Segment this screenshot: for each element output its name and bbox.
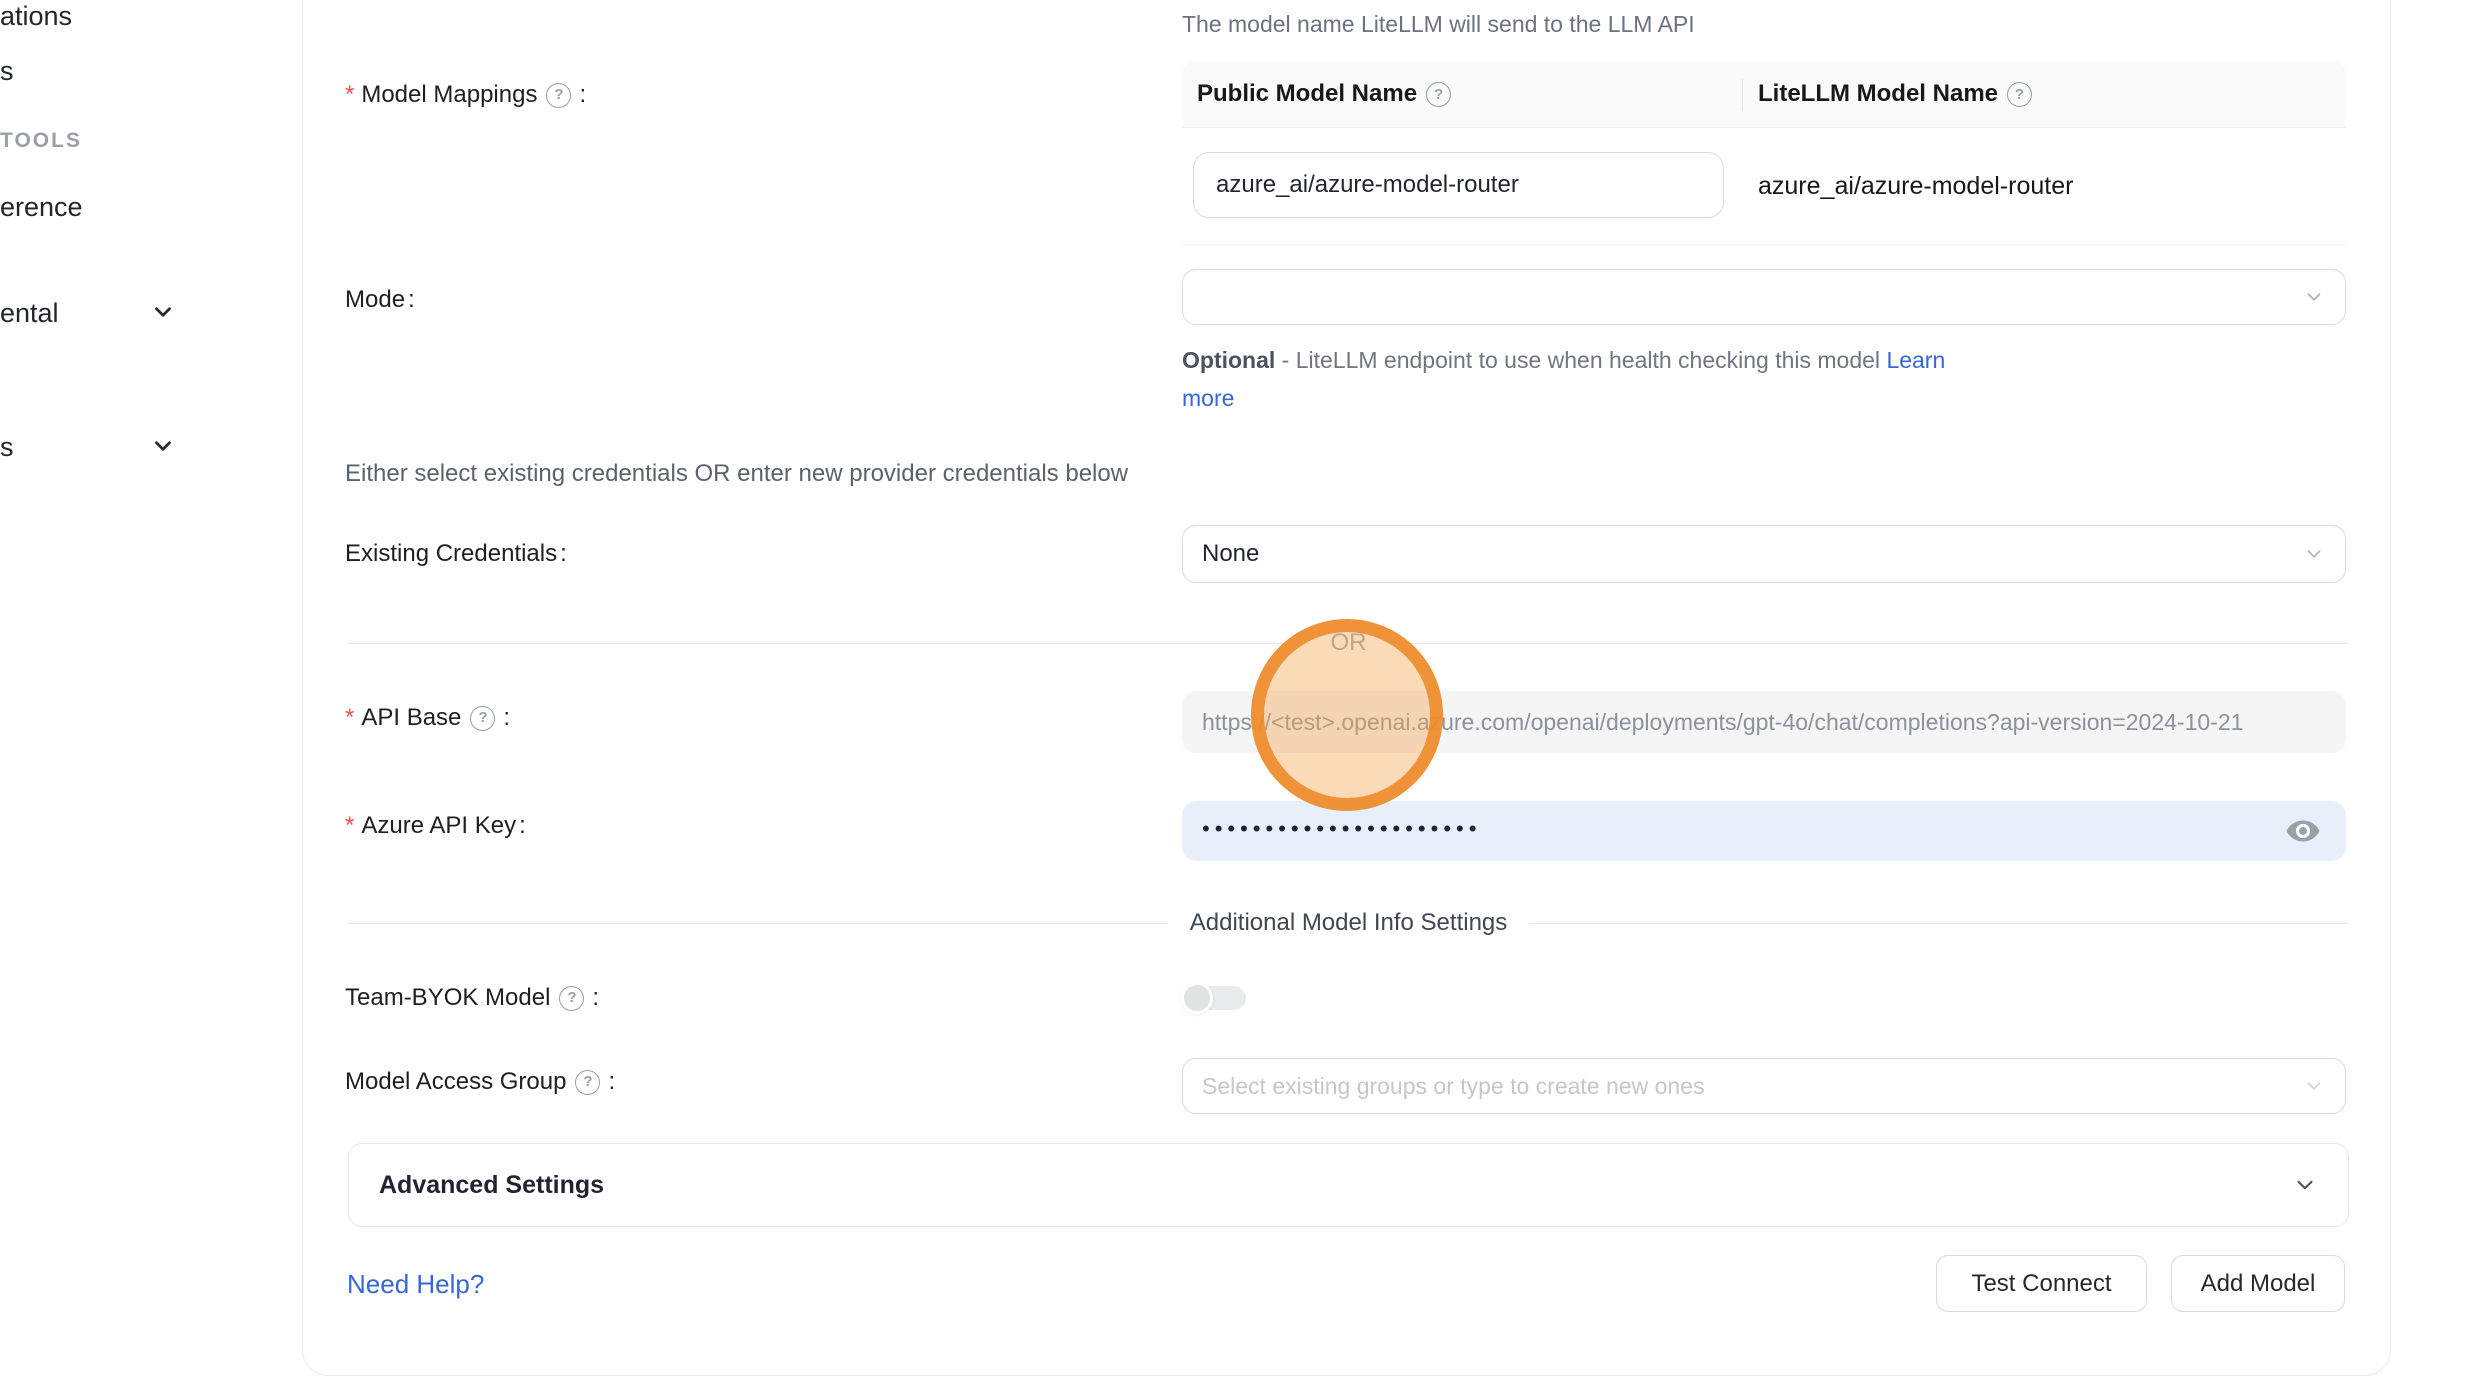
required-asterisk: * bbox=[345, 702, 354, 734]
chevron-down-icon bbox=[150, 433, 176, 459]
sidebar-item-truncated-3[interactable]: erence bbox=[0, 192, 83, 223]
existing-credentials-value: None bbox=[1202, 540, 1259, 568]
help-icon[interactable]: ? bbox=[546, 83, 571, 108]
model-mapping-table-header: Public Model Name ? LiteLLM Model Name ? bbox=[1182, 61, 2346, 128]
model-mappings-label: * Model Mappings ? : bbox=[345, 79, 586, 111]
sidebar-item-label: ations bbox=[0, 1, 72, 31]
chevron-down-icon bbox=[2303, 1075, 2325, 1097]
need-help-link[interactable]: Need Help? bbox=[347, 1269, 484, 1300]
divider-line bbox=[348, 923, 1168, 924]
help-icon[interactable]: ? bbox=[2007, 82, 2032, 107]
sidebar-item-truncated-4[interactable]: ental bbox=[0, 298, 59, 329]
help-icon[interactable]: ? bbox=[559, 986, 584, 1011]
additional-info-divider-label: Additional Model Info Settings bbox=[1168, 909, 1530, 937]
api-base-label: * API Base ? : bbox=[345, 702, 510, 734]
mode-help-line2: more bbox=[1182, 385, 1234, 412]
additional-info-divider: Additional Model Info Settings bbox=[348, 903, 2349, 943]
divider-line bbox=[1529, 923, 2349, 924]
sidebar-item-truncated-2[interactable]: s bbox=[0, 56, 14, 87]
eye-icon[interactable] bbox=[2286, 819, 2320, 843]
azure-api-key-input[interactable]: •••••••••••••••••••••• bbox=[1182, 801, 2346, 861]
add-model-form-panel: The model name LiteLLM will send to the … bbox=[302, 0, 2391, 1376]
mode-label: Mode : bbox=[345, 284, 415, 316]
divider-line bbox=[1389, 643, 2350, 644]
litellm-model-name-value: azure_ai/azure-model-router bbox=[1758, 128, 2073, 245]
sidebar-item-label: ental bbox=[0, 298, 59, 328]
existing-credentials-select[interactable]: None bbox=[1182, 525, 2346, 583]
existing-credentials-label: Existing Credentials : bbox=[345, 538, 567, 570]
api-base-input[interactable]: https://<test>.openai.azure.com/openai/d… bbox=[1182, 691, 2346, 753]
learn-more-link[interactable]: more bbox=[1182, 385, 1234, 411]
sidebar-section-label: TOOLS bbox=[0, 129, 82, 152]
advanced-settings-title: Advanced Settings bbox=[379, 1171, 2292, 1200]
test-connect-button[interactable]: Test Connect bbox=[1936, 1255, 2147, 1312]
chevron-down-icon bbox=[150, 299, 176, 325]
column-header-public-model-name: Public Model Name ? bbox=[1182, 61, 1743, 127]
chevron-down-icon bbox=[2303, 543, 2325, 565]
chevron-down-icon bbox=[2303, 286, 2325, 308]
learn-more-link[interactable]: Learn bbox=[1886, 347, 1945, 373]
model-access-group-label: Model Access Group ? : bbox=[345, 1066, 615, 1098]
sidebar-item-label: s bbox=[0, 56, 14, 86]
or-divider-label: OR bbox=[1309, 629, 1389, 657]
column-header-litellm-model-name: LiteLLM Model Name ? bbox=[1743, 61, 2037, 127]
help-icon[interactable]: ? bbox=[470, 706, 495, 731]
mode-select[interactable] bbox=[1182, 269, 2346, 325]
toggle-knob bbox=[1181, 982, 1213, 1014]
required-asterisk: * bbox=[345, 79, 354, 111]
sidebar: ations s TOOLS erence ental s bbox=[0, 0, 302, 1385]
model-access-group-select[interactable]: Select existing groups or type to create… bbox=[1182, 1058, 2346, 1114]
api-base-value: https://<test>.openai.azure.com/openai/d… bbox=[1202, 709, 2243, 736]
sidebar-item-label: erence bbox=[0, 192, 83, 222]
or-divider: OR bbox=[348, 623, 2349, 663]
model-mapping-table: Public Model Name ? LiteLLM Model Name ?… bbox=[1182, 61, 2346, 245]
masked-api-key: •••••••••••••••••••••• bbox=[1202, 818, 1481, 840]
team-byok-label: Team-BYOK Model ? : bbox=[345, 982, 599, 1014]
public-model-name-input[interactable] bbox=[1193, 152, 1724, 218]
mode-help-line1: Optional - LiteLLM endpoint to use when … bbox=[1182, 347, 1945, 374]
model-name-help-text: The model name LiteLLM will send to the … bbox=[1182, 11, 1695, 38]
add-model-button[interactable]: Add Model bbox=[2171, 1255, 2345, 1312]
help-icon[interactable]: ? bbox=[575, 1070, 600, 1095]
model-mapping-table-row: azure_ai/azure-model-router bbox=[1182, 128, 2346, 245]
chevron-down-icon bbox=[2292, 1172, 2318, 1198]
model-access-group-placeholder: Select existing groups or type to create… bbox=[1202, 1073, 1704, 1100]
advanced-settings-panel[interactable]: Advanced Settings bbox=[348, 1143, 2349, 1227]
sidebar-item-truncated-5[interactable]: s bbox=[0, 432, 14, 463]
required-asterisk: * bbox=[345, 810, 354, 842]
help-icon[interactable]: ? bbox=[1426, 82, 1451, 107]
sidebar-item-label: s bbox=[0, 432, 14, 462]
sidebar-section-tools: TOOLS bbox=[0, 129, 82, 153]
divider-line bbox=[348, 643, 1309, 644]
credentials-note: Either select existing credentials OR en… bbox=[345, 460, 1128, 488]
azure-api-key-label: * Azure API Key : bbox=[345, 810, 526, 842]
sidebar-item-truncated-1[interactable]: ations bbox=[0, 1, 72, 32]
team-byok-toggle[interactable] bbox=[1182, 983, 1248, 1013]
